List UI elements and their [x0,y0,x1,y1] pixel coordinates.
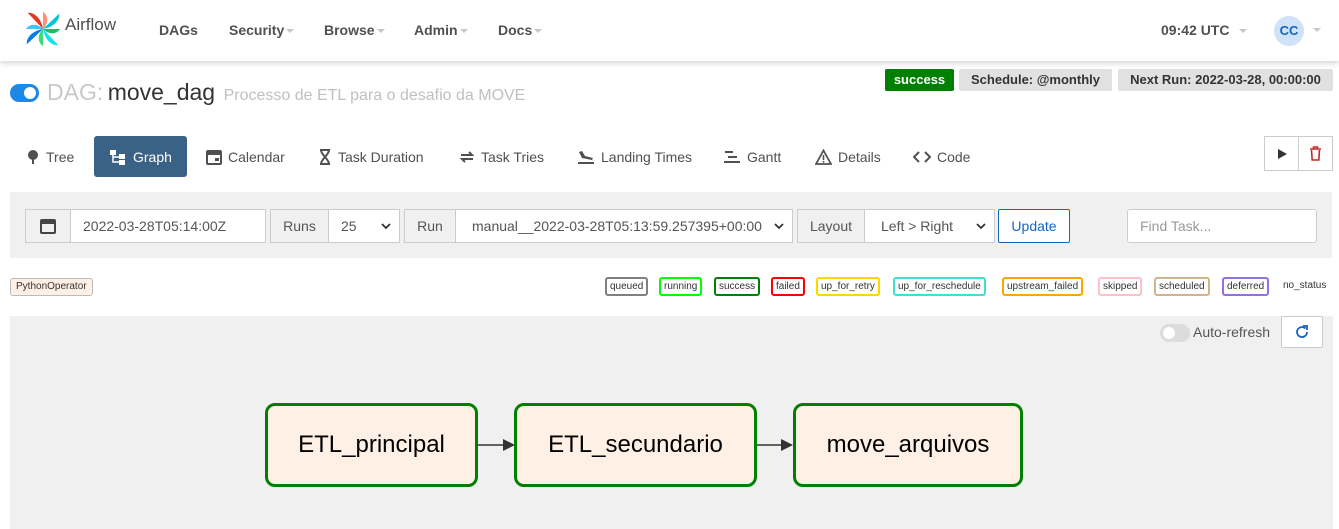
task-node-etl-principal[interactable]: ETL_principal [265,403,478,487]
nav-browse[interactable]: Browse [324,22,385,38]
task-node-move-arquivos[interactable]: move_arquivos [793,403,1023,487]
task-node-etl-secundario[interactable]: ETL_secundario [514,403,757,487]
airflow-logo-icon [25,11,61,47]
nav-admin[interactable]: Admin [414,22,468,38]
brand[interactable]: Airflow [24,10,116,48]
timezone-dropdown[interactable]: 09:42 UTC [1161,22,1248,38]
chevron-down-icon [1239,29,1248,34]
edge-etl-principal-to-etl-secundario [477,439,515,451]
chevron-down-icon[interactable] [1313,28,1321,32]
user-avatar[interactable]: CC [1274,16,1304,46]
nav-dags[interactable]: DAGs [159,22,198,38]
chevron-down-icon [376,29,385,34]
chevron-down-icon [459,29,468,34]
edge-etl-secundario-to-move-arquivos [756,439,793,451]
nav-docs[interactable]: Docs [498,22,543,38]
chevron-down-icon [286,29,295,34]
chevron-down-icon [534,29,543,34]
top-navbar: Airflow DAGs Security Browse Admin Docs … [0,0,1339,61]
nav-security[interactable]: Security [229,22,295,38]
brand-name: Airflow [65,15,117,34]
